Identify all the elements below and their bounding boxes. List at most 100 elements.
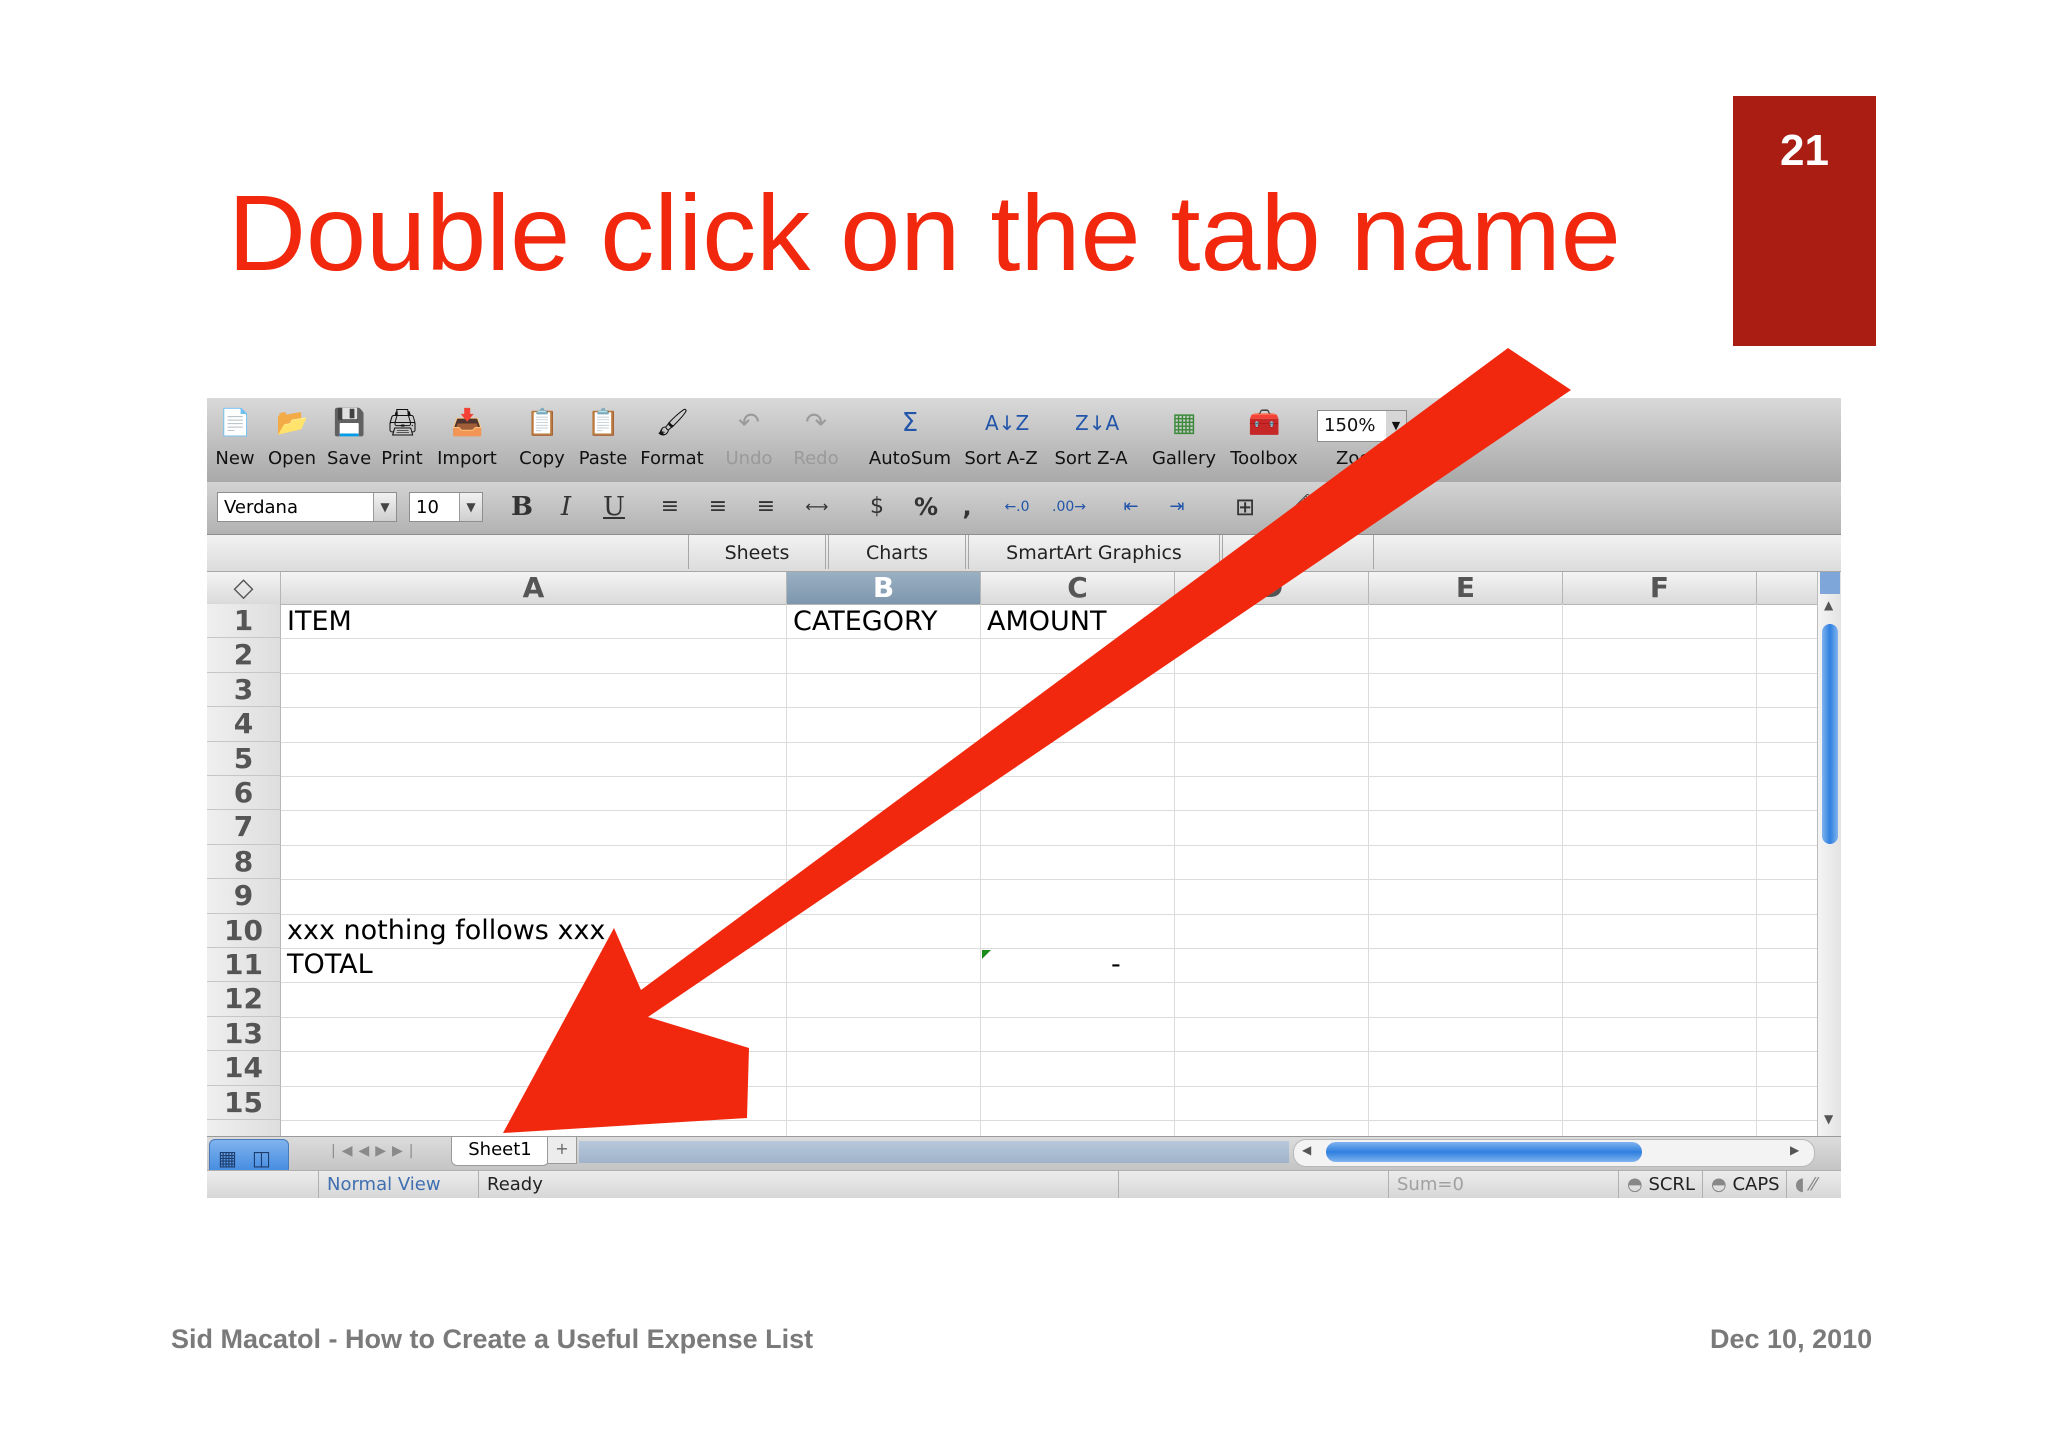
row-header[interactable]: 8 bbox=[207, 844, 281, 880]
column-header-a[interactable]: A bbox=[281, 572, 787, 605]
horizontal-scrollbar[interactable]: ◀ ▶ bbox=[1293, 1139, 1815, 1167]
column-header-f[interactable]: F bbox=[1563, 572, 1757, 605]
row-header[interactable]: 2 bbox=[207, 638, 281, 673]
comma-button[interactable]: , bbox=[957, 492, 977, 522]
row-header[interactable]: 11 bbox=[207, 948, 281, 983]
new-button[interactable]: 📄 New bbox=[215, 406, 255, 480]
toolbox-button[interactable]: 🧰 Toolbox bbox=[1225, 406, 1303, 480]
cell-b1[interactable]: CATEGORY bbox=[793, 605, 937, 639]
scroll-down-icon[interactable]: ▼ bbox=[1824, 1112, 1833, 1126]
row-header[interactable]: 6 bbox=[207, 776, 281, 811]
sum-readout: Sum=0 bbox=[1389, 1171, 1619, 1198]
save-button[interactable]: 💾 Save bbox=[327, 406, 371, 480]
column-header-c[interactable]: C bbox=[981, 572, 1175, 605]
row-header[interactable]: 14 bbox=[207, 1051, 281, 1086]
row-header[interactable]: 15 bbox=[207, 1085, 281, 1120]
column-header-b[interactable]: B bbox=[787, 572, 981, 605]
horizontal-scroll-thumb[interactable] bbox=[1326, 1142, 1642, 1162]
align-right-icon[interactable]: ≡ bbox=[751, 492, 781, 522]
fill-color-icon[interactable]: 🖍 bbox=[1285, 492, 1317, 522]
row-header[interactable]: 7 bbox=[207, 810, 281, 845]
undo-button[interactable]: ↶ Undo bbox=[723, 406, 775, 480]
tab-sheets[interactable]: Sheets bbox=[688, 535, 826, 569]
increase-decimal-icon[interactable]: ←.0 bbox=[997, 492, 1037, 522]
row-header[interactable]: 10 bbox=[207, 913, 281, 948]
chevron-down-icon: ▼ bbox=[459, 493, 482, 521]
cell-a11[interactable]: TOTAL bbox=[287, 948, 373, 982]
increase-indent-icon[interactable]: ⇥ bbox=[1159, 492, 1195, 522]
add-sheet-button[interactable]: + bbox=[547, 1137, 577, 1164]
spreadsheet-grid[interactable]: ◇ A B C D E F ITEM CATEGORY AMOUNT xxx n… bbox=[207, 572, 1818, 1140]
row-header[interactable]: 5 bbox=[207, 741, 281, 776]
decrease-indent-icon[interactable]: ⇤ bbox=[1113, 492, 1149, 522]
copy-button[interactable]: 📋 Copy bbox=[517, 406, 567, 480]
currency-icon[interactable]: $ bbox=[861, 492, 893, 522]
row-gridline bbox=[281, 1016, 1817, 1018]
open-folder-icon: 📂 bbox=[276, 408, 309, 438]
align-center-icon[interactable]: ≡ bbox=[703, 492, 733, 522]
align-left-icon[interactable]: ≡ bbox=[655, 492, 685, 522]
cell-c1[interactable]: AMOUNT bbox=[987, 605, 1106, 639]
row-header[interactable]: 9 bbox=[207, 879, 281, 914]
scroll-up-icon[interactable]: ▲ bbox=[1824, 598, 1833, 612]
format-button[interactable]: 🖌 Format bbox=[639, 406, 705, 480]
new-document-icon: 📄 bbox=[219, 408, 252, 438]
cell-c11[interactable]: - bbox=[1111, 948, 1121, 982]
column-header-e[interactable]: E bbox=[1369, 572, 1563, 605]
sheet-tab-sheet1[interactable]: Sheet1 bbox=[451, 1137, 549, 1166]
normal-view-icon[interactable]: ▦ bbox=[218, 1146, 237, 1170]
vertical-scrollbar[interactable]: ▲ ▼ bbox=[1817, 572, 1841, 1136]
split-handle-icon[interactable] bbox=[1820, 572, 1840, 594]
bold-button[interactable]: B bbox=[507, 492, 537, 522]
row-header[interactable]: 12 bbox=[207, 982, 281, 1017]
redo-button[interactable]: ↷ Redo bbox=[791, 406, 841, 480]
row-header[interactable]: 13 bbox=[207, 1016, 281, 1052]
select-all-corner[interactable]: ◇ bbox=[207, 572, 281, 605]
page-layout-view-icon[interactable]: ◫ bbox=[252, 1146, 271, 1170]
gallery-button[interactable]: ▦ Gallery bbox=[1151, 406, 1217, 480]
scroll-left-icon[interactable]: ◀ bbox=[1302, 1143, 1311, 1157]
row-header[interactable]: 1 bbox=[207, 604, 281, 639]
underline-button[interactable]: U bbox=[597, 492, 631, 522]
tab-charts[interactable]: Charts bbox=[828, 535, 966, 569]
tab-wordart[interactable] bbox=[1222, 535, 1374, 569]
footer-date: Dec 10, 2010 bbox=[1710, 1324, 1873, 1354]
row-gridline bbox=[281, 1051, 1817, 1053]
row-gridline bbox=[281, 1120, 1817, 1121]
sort-az-button[interactable]: A↓Z Sort A-Z bbox=[961, 406, 1041, 480]
help-button[interactable]: ◉ bbox=[1417, 406, 1457, 480]
autosum-button[interactable]: Σ AutoSum bbox=[867, 406, 953, 480]
borders-icon[interactable]: ⊞ bbox=[1225, 492, 1265, 522]
column-header-g[interactable] bbox=[1757, 572, 1818, 605]
font-name-select[interactable]: Verdana ▼ bbox=[217, 492, 397, 522]
cell-a1[interactable]: ITEM bbox=[287, 605, 352, 639]
cell-a10[interactable]: xxx nothing follows xxx bbox=[287, 914, 605, 948]
sort-za-button[interactable]: Z↓A Sort Z-A bbox=[1051, 406, 1131, 480]
font-size-select[interactable]: 10 ▼ bbox=[409, 492, 483, 522]
scroll-right-icon[interactable]: ▶ bbox=[1790, 1143, 1799, 1157]
sheet-nav-arrows-icon[interactable]: |◀◀▶▶| bbox=[331, 1143, 420, 1159]
row-gridline bbox=[281, 879, 1817, 881]
merge-cells-icon[interactable]: ⟷ bbox=[799, 492, 835, 522]
row-header[interactable]: 4 bbox=[207, 707, 281, 742]
undo-icon: ↶ bbox=[738, 408, 760, 438]
print-button[interactable]: 🖨 Print bbox=[379, 406, 425, 480]
footer-author-title: Sid Macatol - How to Create a Useful Exp… bbox=[171, 1324, 814, 1354]
tab-smartart-graphics[interactable]: SmartArt Graphics bbox=[968, 535, 1220, 569]
zoom-select[interactable]: 150% ▼ bbox=[1317, 410, 1407, 442]
open-button[interactable]: 📂 Open bbox=[267, 406, 317, 480]
decrease-decimal-icon[interactable]: .00→ bbox=[1049, 492, 1089, 522]
percent-button[interactable]: % bbox=[911, 492, 941, 522]
elements-gallery-tabs: Sheets Charts SmartArt Graphics bbox=[207, 535, 1841, 572]
vertical-scroll-thumb[interactable] bbox=[1822, 624, 1838, 844]
status-ready: Ready bbox=[479, 1171, 1119, 1198]
paste-button[interactable]: 📋 Paste bbox=[577, 406, 629, 480]
column-header-d[interactable]: D bbox=[1175, 572, 1369, 605]
italic-button[interactable]: I bbox=[551, 492, 581, 522]
import-button[interactable]: 📥 Import bbox=[435, 406, 499, 480]
row-gridline bbox=[281, 741, 1817, 743]
row-header[interactable]: 3 bbox=[207, 672, 281, 708]
resize-grip-icon[interactable]: ◖ ⁄⁄ bbox=[1787, 1171, 1841, 1198]
zoom-control[interactable]: 150% ▼ Zoom bbox=[1317, 406, 1407, 480]
sigma-icon: Σ bbox=[901, 408, 919, 438]
